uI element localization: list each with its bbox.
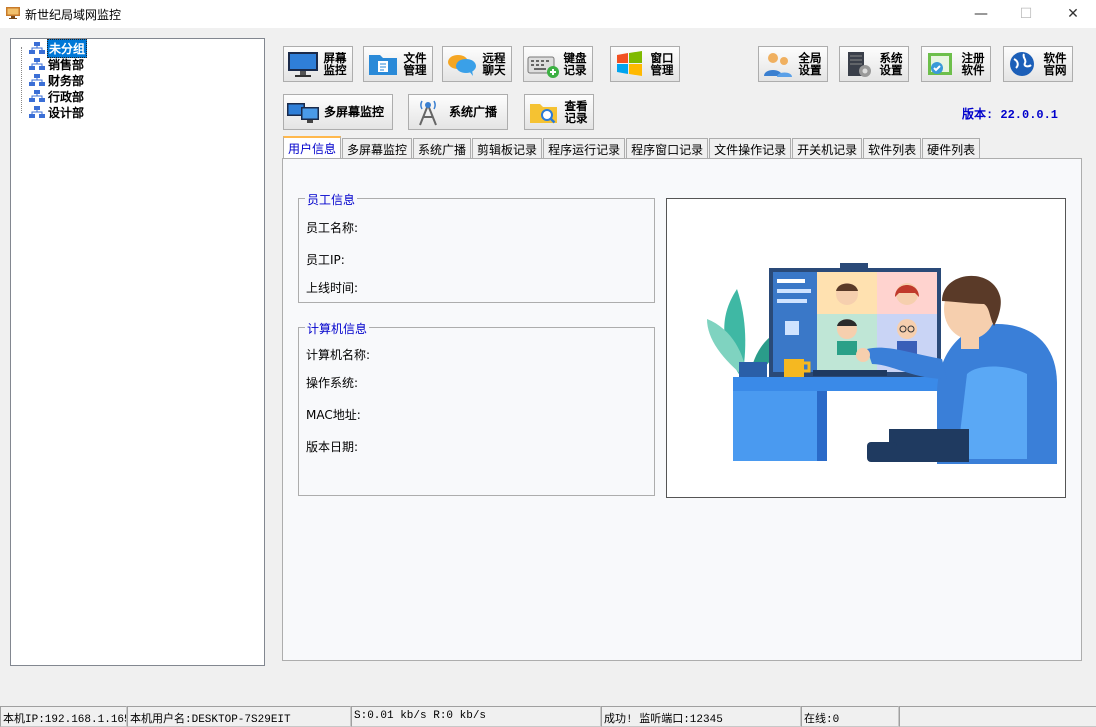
button-label: 系统设置	[879, 51, 903, 77]
department-tree[interactable]: 未分组 销售部 财务部 行政部 设计部	[10, 38, 265, 666]
tree-item-admin[interactable]: 行政部	[29, 88, 85, 104]
status-online-count: 在线:0	[801, 706, 899, 727]
org-node-icon	[29, 57, 45, 70]
button-label: 窗口管理	[650, 51, 674, 77]
system-broadcast-button[interactable]: 系统广播	[408, 94, 508, 130]
computer-info-group: 计算机信息 计算机名称: 操作系统: MAC地址: 版本日期:	[298, 320, 655, 496]
tab-user-info[interactable]: 用户信息	[283, 136, 342, 159]
multi-screen-button[interactable]: 多屏幕监控	[283, 94, 393, 130]
button-label: 系统广播	[449, 105, 498, 119]
close-button[interactable]: ✕	[1050, 0, 1096, 28]
status-local-user: 本机用户名:DESKTOP-7S29EIT	[127, 706, 351, 727]
button-label: 查看记录	[564, 99, 588, 125]
tree-item-label: 设计部	[48, 105, 85, 120]
tab-file-operation-record[interactable]: 文件操作记录	[709, 138, 792, 159]
status-empty	[899, 706, 1096, 727]
tab-power-record[interactable]: 开关机记录	[792, 138, 863, 159]
tab-clipboard-record[interactable]: 剪辑板记录	[472, 138, 543, 159]
tree-item-label: 销售部	[48, 57, 85, 72]
official-site-button[interactable]: 软件官网	[1003, 46, 1073, 82]
org-node-icon	[29, 105, 45, 118]
video-meeting-illustration	[707, 263, 1057, 464]
monitor-icon	[288, 52, 318, 77]
tree-item-label: 行政部	[48, 89, 85, 104]
button-label: 全局设置	[798, 51, 822, 77]
server-icon	[848, 52, 871, 77]
button-label: 文件管理	[403, 51, 427, 77]
register-icon	[928, 53, 952, 75]
maximize-button[interactable]: ☐	[1003, 0, 1049, 28]
employee-info-group: 员工信息 员工名称: 员工IP: 上线时间:	[298, 191, 655, 303]
group-title: 员工信息	[305, 191, 358, 208]
keyboard-icon	[527, 56, 559, 78]
screen-monitor-button[interactable]: 屏幕监控	[283, 46, 353, 82]
org-node-icon	[29, 89, 45, 102]
system-settings-button[interactable]: 系统设置	[839, 46, 909, 82]
tab-multi-screen[interactable]: 多屏幕监控	[342, 138, 413, 159]
chat-icon	[448, 55, 476, 76]
button-label: 软件官网	[1043, 51, 1067, 77]
globe-icon	[1010, 52, 1034, 76]
online-time-label: 上线时间:	[306, 281, 359, 295]
register-software-button[interactable]: 注册软件	[921, 46, 991, 82]
computer-name-label: 计算机名称:	[306, 348, 371, 362]
multi-monitor-icon	[287, 103, 319, 123]
tree-connector	[21, 47, 22, 113]
title-bar: 新世纪局域网监控 — ☐ ✕	[0, 0, 1096, 28]
tab-strip: 用户信息 多屏幕监控 系统广播 剪辑板记录 程序运行记录 程序窗口记录 文件操作…	[283, 136, 981, 159]
tab-system-broadcast[interactable]: 系统广播	[413, 138, 472, 159]
button-label: 键盘记录	[563, 51, 587, 77]
search-folder-icon	[530, 104, 557, 124]
status-bar: 本机IP:192.168.1.165 本机用户名:DESKTOP-7S29EIT…	[0, 706, 1096, 727]
user-illustration	[666, 198, 1066, 498]
status-listen-port: 成功! 监听端口:12345	[601, 706, 801, 727]
tree-item-finance[interactable]: 财务部	[29, 72, 85, 88]
os-label: 操作系统:	[306, 376, 359, 390]
employee-ip-label: 员工IP:	[306, 253, 345, 267]
remote-chat-button[interactable]: 远程聊天	[442, 46, 512, 82]
global-settings-button[interactable]: 全局设置	[758, 46, 828, 82]
tree-item-unassigned[interactable]: 未分组	[29, 38, 88, 58]
button-label: 多屏幕监控	[324, 105, 385, 119]
org-node-icon	[29, 41, 45, 54]
button-label: 屏幕监控	[323, 51, 347, 77]
tab-hardware-list[interactable]: 硬件列表	[922, 138, 981, 159]
window-title: 新世纪局域网监控	[25, 8, 122, 22]
file-manage-button[interactable]: 文件管理	[363, 46, 433, 82]
tree-item-design[interactable]: 设计部	[29, 104, 85, 120]
window-manage-button[interactable]: 窗口管理	[610, 46, 680, 82]
minimize-button[interactable]: —	[958, 0, 1004, 28]
button-label: 注册软件	[961, 51, 985, 77]
folder-icon	[369, 55, 397, 75]
version-date-label: 版本日期:	[306, 440, 359, 454]
broadcast-icon	[419, 100, 437, 126]
tab-program-run-record[interactable]: 程序运行记录	[543, 138, 626, 159]
status-local-ip: 本机IP:192.168.1.165	[0, 706, 127, 727]
windows-logo-icon	[617, 51, 642, 76]
view-records-button[interactable]: 查看记录	[524, 94, 594, 130]
mac-address-label: MAC地址:	[306, 408, 361, 422]
org-node-icon	[29, 73, 45, 86]
button-label: 远程聊天	[482, 51, 506, 77]
tree-item-sales[interactable]: 销售部	[29, 56, 85, 72]
status-speed: S:0.01 kb/s R:0 kb/s	[351, 706, 601, 727]
tab-program-window-record[interactable]: 程序窗口记录	[626, 138, 709, 159]
employee-name-label: 员工名称:	[306, 221, 359, 235]
main-window: 新世纪局域网监控 — ☐ ✕ 未分组 销售部 财务部 行政部 设计部 屏幕监控	[0, 0, 1096, 727]
version-label: 版本: 22.0.0.1	[962, 108, 1059, 122]
keyboard-record-button[interactable]: 键盘记录	[523, 46, 593, 82]
tree-item-label: 财务部	[48, 73, 85, 88]
group-title: 计算机信息	[305, 320, 370, 337]
users-icon	[764, 53, 792, 77]
app-monitor-icon	[6, 7, 20, 19]
tab-software-list[interactable]: 软件列表	[863, 138, 922, 159]
